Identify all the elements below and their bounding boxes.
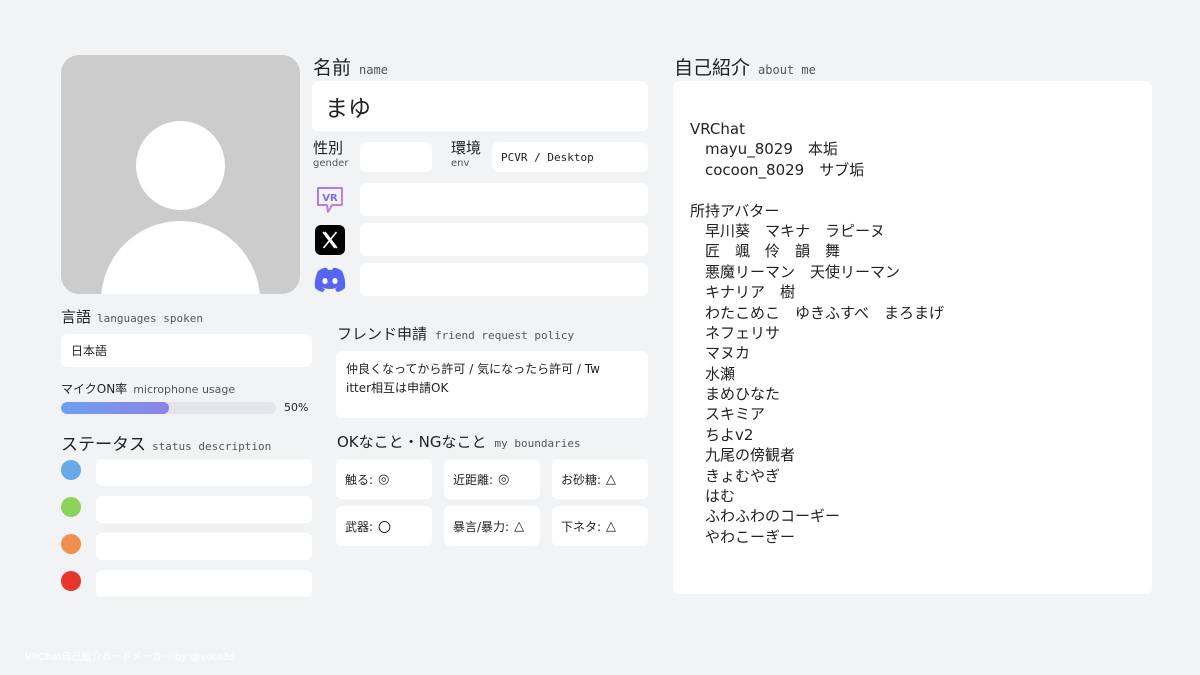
boundary-label: 暴言/暴力: (453, 519, 510, 534)
about-line: cocoon_8029 サブ垢 (705, 160, 865, 179)
status-color-dot[interactable] (61, 460, 81, 480)
friend-policy-field[interactable]: 仲良くなってから許可 / 気になったら許可 / Tw itter相互は申請OK (336, 351, 648, 418)
boundary-cell[interactable]: 触る: ◎ (336, 459, 432, 499)
footer-credit: VRChat自己紹介カードメーカー by @yota3d (25, 652, 236, 663)
boundary-mark: 〇 (378, 520, 392, 536)
env-field[interactable]: PCVR / Desktop (492, 142, 648, 172)
status-heading: ステータス status description (61, 430, 271, 455)
mic-label-jp: マイクON率 (61, 382, 128, 396)
boundary-label: 触る: (345, 472, 374, 487)
boundary-cell[interactable]: 下ネタ: △ (552, 506, 648, 546)
about-line: キナリア 樹 (705, 283, 796, 302)
languages-heading: 言語 languages spoken (61, 306, 203, 327)
about-line: わたこめこ ゆきふすべ まろまげ (705, 303, 944, 322)
boundary-cell[interactable]: 暴言/暴力: △ (444, 506, 540, 546)
about-line: 水瀬 (705, 364, 736, 383)
about-label-en: about me (758, 63, 816, 77)
languages-label-jp: 言語 (61, 308, 92, 326)
gender-field[interactable] (360, 142, 432, 172)
name-heading: 名前 name (313, 53, 388, 80)
boundary-label: 近距離: (453, 472, 494, 487)
about-line: ふわふわのコーギー (705, 507, 841, 526)
gender-heading: 性別 gender (313, 141, 348, 169)
about-line: スキミア (705, 405, 766, 424)
name-label-en: name (359, 63, 388, 77)
mic-usage-fill (61, 402, 169, 414)
gender-label-jp: 性別 (313, 139, 344, 157)
boundaries-heading: OKなこと・NGなこと my boundaries (337, 431, 581, 452)
avatar-placeholder-head (136, 121, 225, 210)
svg-text:VR: VR (322, 193, 338, 204)
boundary-cell[interactable]: 近距離: ◎ (444, 459, 540, 499)
mic-percent: 50% (284, 401, 309, 414)
friend-policy-line-2: itter相互は申請OK (346, 381, 449, 395)
about-line: 早川葵 マキナ ラピーヌ (705, 221, 886, 240)
avatar (61, 55, 300, 294)
about-line: 所持アバター (690, 201, 780, 220)
name-field[interactable]: まゆ (312, 81, 648, 131)
status-color-dot[interactable] (61, 534, 81, 554)
about-line: 匠 颯 伶 韻 舞 (705, 242, 841, 261)
boundary-mark: △ (606, 471, 617, 487)
x-twitter-icon (315, 225, 345, 255)
name-label-jp: 名前 (313, 57, 352, 79)
friend-label-en: friend request policy (435, 329, 575, 342)
name-value: まゆ (325, 96, 371, 122)
env-heading: 環境 env (451, 141, 481, 169)
status-label-en: status description (152, 440, 272, 453)
vrchat-field[interactable] (360, 183, 648, 216)
about-line: きょむやぎ (705, 466, 781, 485)
boundary-label: お砂糖: (561, 472, 602, 487)
friend-heading: フレンド申請 friend request policy (337, 323, 574, 344)
about-line: ちよv2 (705, 425, 754, 444)
avatar-placeholder-body (101, 221, 260, 294)
gender-label-en: gender (313, 158, 349, 169)
boundary-cell[interactable]: 武器: 〇 (336, 506, 432, 546)
status-color-dot[interactable] (61, 497, 81, 517)
discord-field[interactable] (360, 263, 648, 296)
boundaries-label-jp: OKなこと・NGなこと (337, 433, 487, 451)
status-text-field[interactable] (96, 570, 312, 597)
status-label-jp: ステータス (61, 435, 146, 455)
about-line: ネフェリサ (705, 323, 781, 342)
about-line: マヌカ (705, 344, 751, 363)
status-color-dot[interactable] (61, 571, 81, 591)
about-line (690, 180, 1152, 200)
friend-policy-line-1: 仲良くなってから許可 / 気になったら許可 / Tw (346, 362, 600, 376)
about-label-jp: 自己紹介 (674, 57, 751, 79)
boundaries-label-en: my boundaries (494, 437, 581, 450)
boundary-mark: ◎ (378, 471, 390, 487)
boundary-cell[interactable]: お砂糖: △ (552, 459, 648, 499)
about-line: まめひなた (705, 385, 781, 404)
friend-label-jp: フレンド申請 (337, 325, 428, 343)
about-line: やわこーぎー (705, 527, 796, 546)
languages-field[interactable]: 日本語 (61, 334, 312, 367)
languages-value: 日本語 (71, 344, 108, 358)
about-line: はむ (705, 487, 736, 506)
boundary-mark: △ (606, 518, 617, 534)
env-value: PCVR / Desktop (501, 150, 594, 164)
about-line: mayu_8029 本垢 (705, 140, 838, 159)
about-heading: 自己紹介 about me (674, 53, 816, 80)
about-me-field[interactable]: VRChat mayu_8029 本垢 cocoon_8029 サブ垢所持アバター早… (673, 81, 1152, 594)
boundary-label: 武器: (345, 519, 374, 534)
boundary-label: 下ネタ: (561, 519, 602, 534)
x-twitter-field[interactable] (360, 223, 648, 256)
boundary-mark: ◎ (498, 471, 510, 487)
mic-heading: マイクON率 microphone usage (61, 378, 235, 397)
mic-usage-bar (61, 402, 276, 414)
env-label-en: env (451, 158, 470, 169)
status-text-field[interactable] (96, 459, 312, 486)
mic-label-en: microphone usage (133, 383, 236, 396)
about-line: 九尾の傍観者 (705, 446, 796, 465)
status-text-field[interactable] (96, 533, 312, 560)
about-line: 悪魔リーマン 天使リーマン (705, 262, 901, 281)
status-text-field[interactable] (96, 496, 312, 523)
discord-icon (313, 266, 347, 294)
about-line: VRChat (690, 120, 745, 138)
vrchat-icon: VR (315, 185, 345, 215)
env-label-jp: 環境 (451, 139, 482, 157)
languages-label-en: languages spoken (97, 312, 203, 325)
boundary-mark: △ (514, 518, 525, 534)
